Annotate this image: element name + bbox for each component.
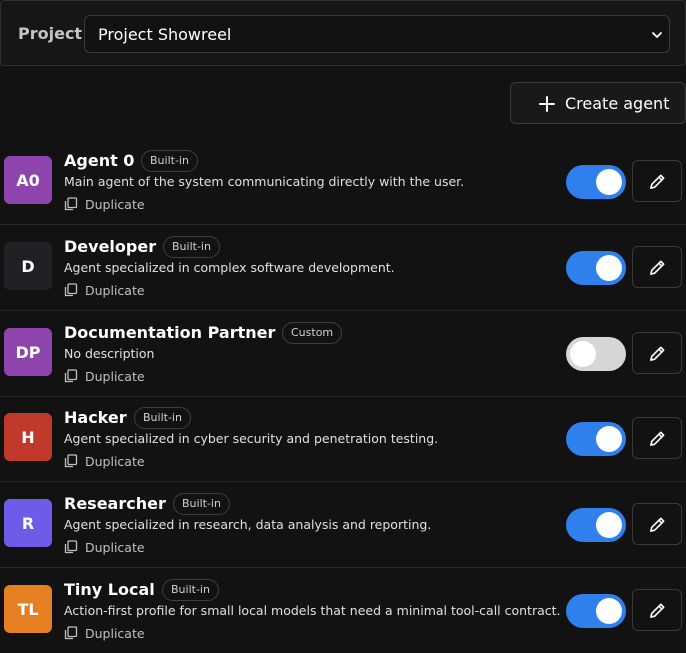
agent-name: Tiny Local — [64, 580, 155, 599]
duplicate-button[interactable]: Duplicate — [64, 367, 145, 385]
agent-enabled-toggle[interactable] — [566, 422, 626, 456]
agent-type-badge: Built-in — [134, 407, 191, 429]
agent-name: Hacker — [64, 408, 127, 427]
copy-icon — [64, 454, 78, 468]
edit-agent-button[interactable] — [632, 589, 682, 631]
create-agent-label: Create agent — [565, 94, 670, 113]
duplicate-button[interactable]: Duplicate — [64, 452, 145, 470]
pencil-icon — [650, 174, 665, 189]
project-select[interactable]: Project Showreel — [84, 15, 670, 53]
copy-icon — [64, 197, 78, 211]
pencil-icon — [650, 431, 665, 446]
duplicate-label: Duplicate — [85, 368, 145, 384]
avatar: R — [4, 499, 52, 547]
copy-icon — [64, 626, 78, 640]
duplicate-button[interactable]: Duplicate — [64, 538, 145, 556]
duplicate-label: Duplicate — [85, 453, 145, 469]
edit-agent-button[interactable] — [632, 160, 682, 202]
agent-description: Agent specialized in research, data anal… — [64, 517, 432, 532]
chevron-down-icon — [652, 32, 662, 38]
pencil-icon — [650, 603, 665, 618]
agent-row: A0 Agent 0 Built-in Main agent of the sy… — [0, 139, 686, 225]
agent-type-badge: Custom — [282, 322, 343, 344]
pencil-icon — [650, 346, 665, 361]
project-bar: Project Project Showreel — [0, 0, 686, 66]
agent-description: Action-first profile for small local mod… — [64, 603, 561, 618]
toggle-knob — [596, 426, 622, 452]
avatar: TL — [4, 585, 52, 633]
agent-enabled-toggle[interactable] — [566, 508, 626, 542]
agent-name: Documentation Partner — [64, 323, 276, 342]
project-select-value: Project Showreel — [98, 25, 232, 44]
copy-icon — [64, 369, 78, 383]
agent-description: Main agent of the system communicating d… — [64, 174, 465, 189]
project-label: Project — [18, 24, 83, 43]
duplicate-button[interactable]: Duplicate — [64, 624, 145, 642]
agent-name: Researcher — [64, 494, 166, 513]
toggle-knob — [596, 512, 622, 538]
agent-description: Agent specialized in complex software de… — [64, 260, 395, 275]
pencil-icon — [650, 260, 665, 275]
agent-row: R Researcher Built-in Agent specialized … — [0, 482, 686, 568]
copy-icon — [64, 283, 78, 297]
agent-description: No description — [64, 346, 155, 361]
duplicate-label: Duplicate — [85, 625, 145, 641]
agent-row: D Developer Built-in Agent specialized i… — [0, 225, 686, 311]
agent-row: DP Documentation Partner Custom No descr… — [0, 311, 686, 397]
avatar: DP — [4, 328, 52, 376]
agent-enabled-toggle[interactable] — [566, 165, 626, 199]
copy-icon — [64, 540, 78, 554]
edit-agent-button[interactable] — [632, 503, 682, 545]
pencil-icon — [650, 517, 665, 532]
toggle-knob — [596, 169, 622, 195]
toggle-knob — [596, 598, 622, 624]
toggle-knob — [570, 341, 596, 367]
duplicate-label: Duplicate — [85, 196, 145, 212]
edit-agent-button[interactable] — [632, 417, 682, 459]
agent-enabled-toggle[interactable] — [566, 251, 626, 285]
agent-name: Agent 0 — [64, 151, 135, 170]
duplicate-button[interactable]: Duplicate — [64, 281, 145, 299]
agent-type-badge: Built-in — [173, 493, 230, 515]
agent-row: H Hacker Built-in Agent specialized in c… — [0, 396, 686, 482]
agent-name: Developer — [64, 237, 157, 256]
agent-enabled-toggle[interactable] — [566, 594, 626, 628]
agent-description: Agent specialized in cyber security and … — [64, 431, 439, 446]
avatar: D — [4, 242, 52, 290]
create-agent-button[interactable]: Create agent — [510, 82, 686, 124]
agent-enabled-toggle[interactable] — [566, 337, 626, 371]
edit-agent-button[interactable] — [632, 332, 682, 374]
duplicate-button[interactable]: Duplicate — [64, 195, 145, 213]
agent-row: TL Tiny Local Built-in Action-first prof… — [0, 568, 686, 653]
agent-type-badge: Built-in — [162, 579, 219, 601]
plus-icon — [539, 96, 555, 112]
toggle-knob — [596, 255, 622, 281]
avatar: H — [4, 413, 52, 461]
duplicate-label: Duplicate — [85, 282, 145, 298]
agent-type-badge: Built-in — [163, 236, 220, 258]
duplicate-label: Duplicate — [85, 539, 145, 555]
edit-agent-button[interactable] — [632, 246, 682, 288]
avatar: A0 — [4, 156, 52, 204]
agent-type-badge: Built-in — [141, 150, 198, 172]
